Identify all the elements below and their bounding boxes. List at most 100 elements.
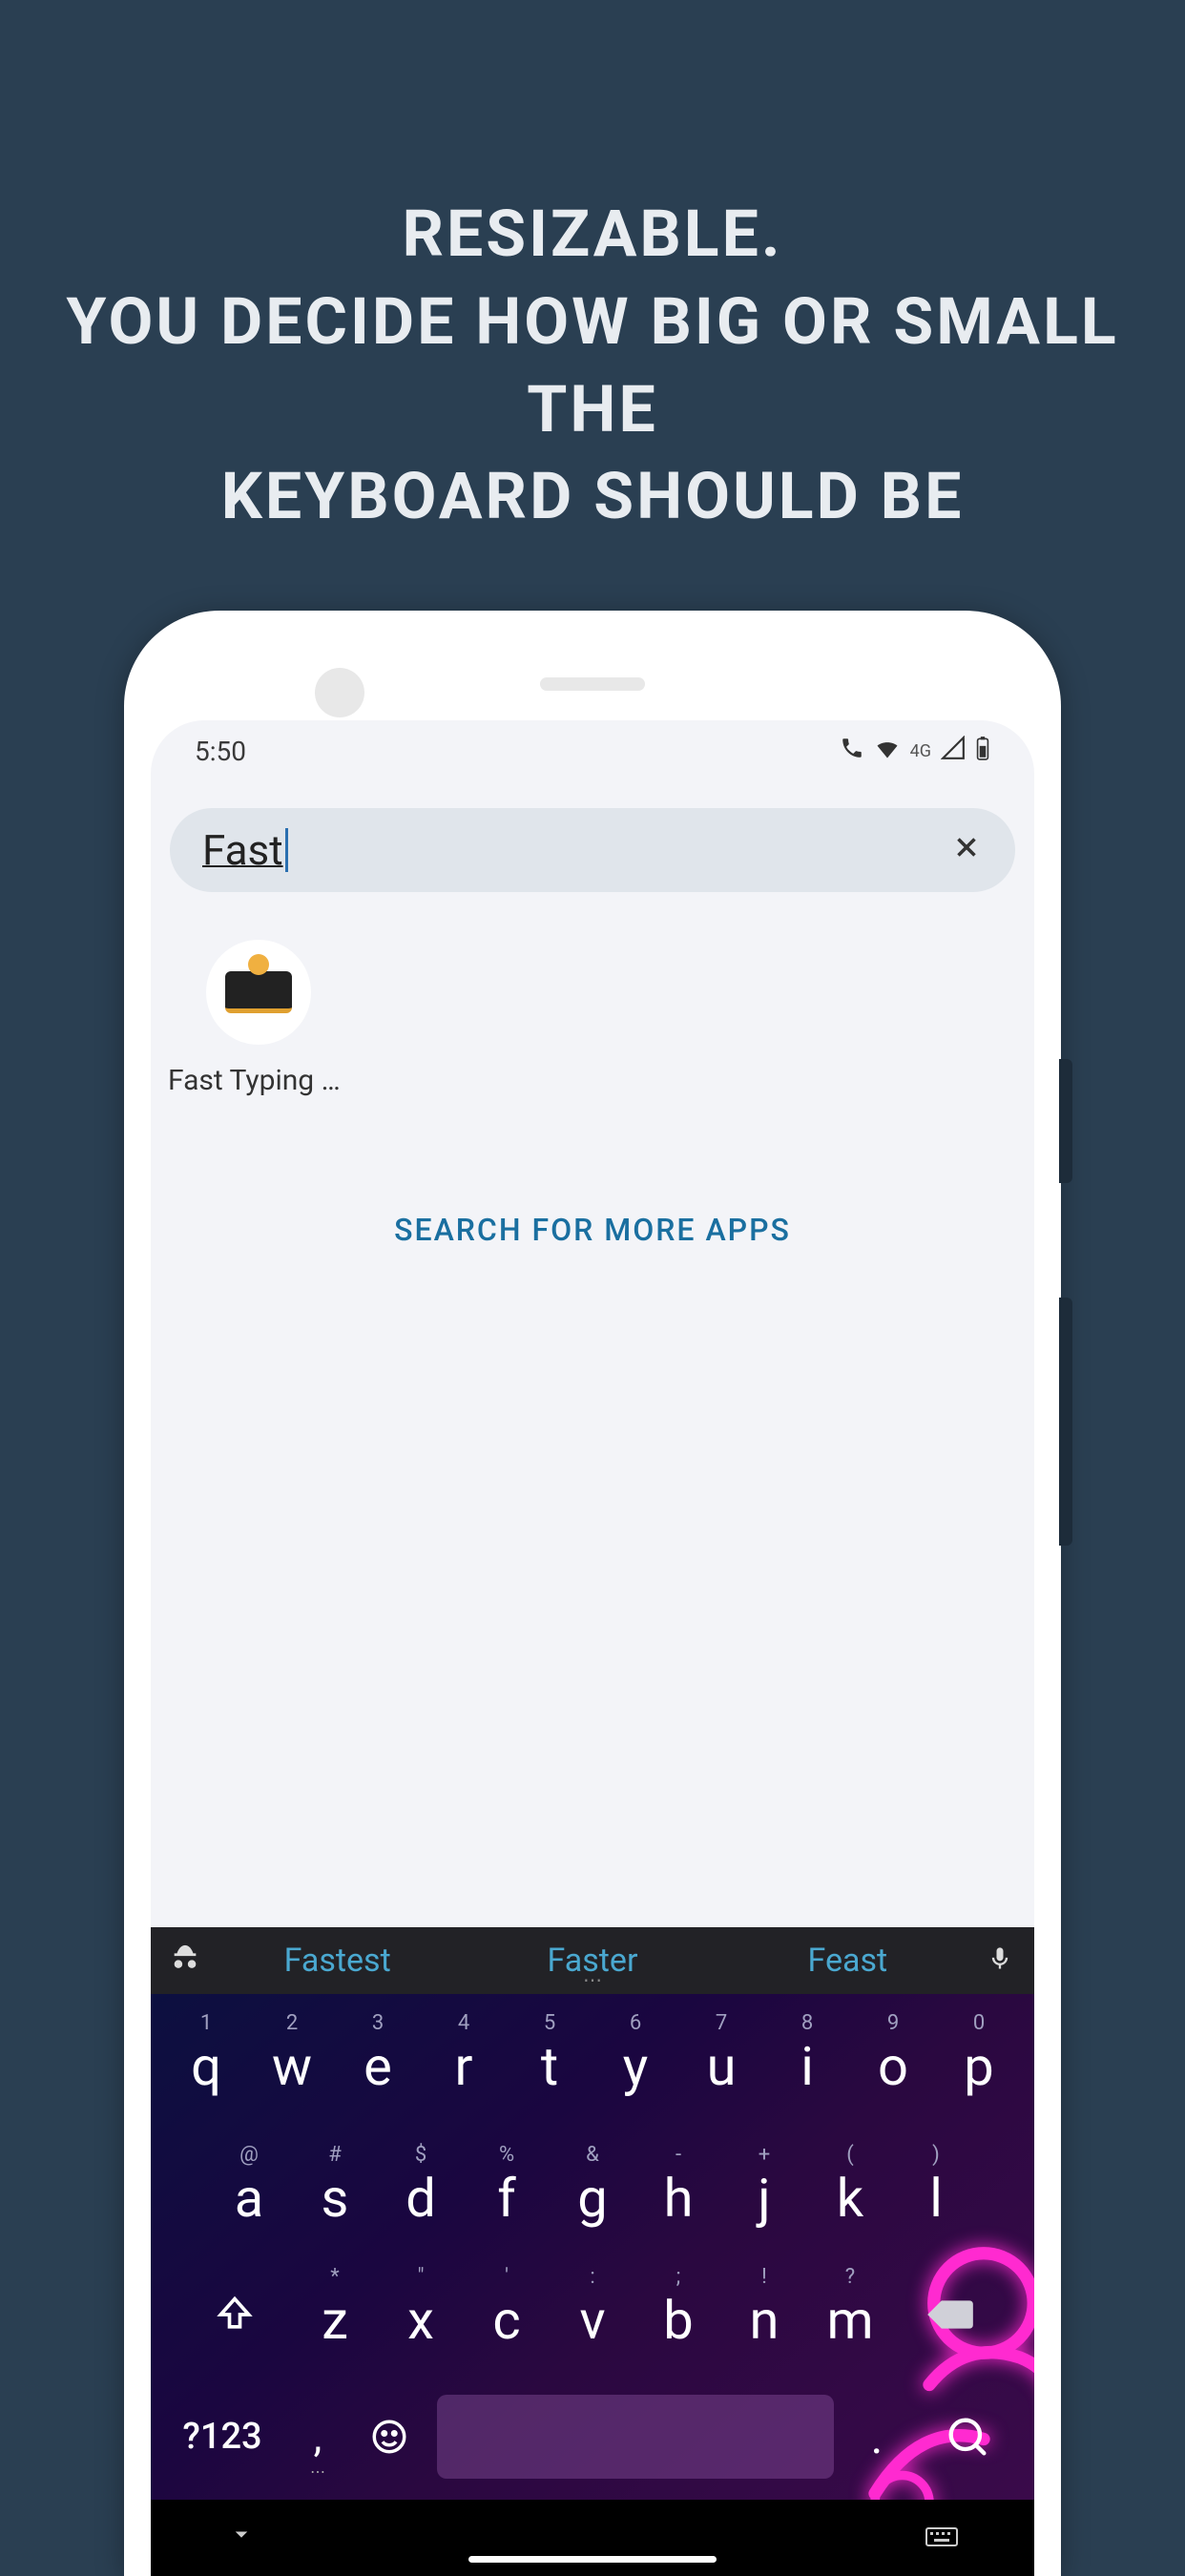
- key-a[interactable]: @a: [206, 2143, 292, 2248]
- space-key[interactable]: [437, 2387, 834, 2486]
- key-main: c: [492, 2294, 520, 2347]
- key-main: y: [623, 2040, 649, 2093]
- phone-camera: [315, 668, 364, 717]
- key-c[interactable]: 'c: [464, 2265, 550, 2370]
- key-i[interactable]: 8i: [764, 2011, 850, 2126]
- phone-side-button-2: [1059, 1298, 1072, 1546]
- key-grid: 1q2w3e4r5t6y7u8i9o0p @a#s$d%f&g-h+j(k)l …: [151, 1994, 1034, 2370]
- key-m[interactable]: ?m: [807, 2265, 893, 2370]
- key-main: r: [455, 2040, 473, 2093]
- key-main: b: [663, 2294, 693, 2347]
- search-text: Fast: [202, 825, 950, 875]
- key-row-1: 1q2w3e4r5t6y7u8i9o0p: [156, 2011, 1029, 2126]
- key-main: l: [929, 2171, 943, 2225]
- key-d[interactable]: $d: [378, 2143, 464, 2248]
- backspace-icon: [925, 2294, 975, 2342]
- key-q[interactable]: 1q: [163, 2011, 249, 2126]
- key-main: m: [826, 2294, 873, 2347]
- promo-line-2: YOU DECIDE HOW BIG OR SMALL THE: [19, 279, 1166, 454]
- promo-line-1: RESIZABLE.: [19, 191, 1166, 279]
- key-main: z: [322, 2294, 348, 2347]
- phone-mockup: 5:50 4G: [124, 611, 1061, 2576]
- key-p[interactable]: 0p: [936, 2011, 1022, 2126]
- key-l[interactable]: )l: [893, 2143, 979, 2248]
- system-nav-bar: [151, 2500, 1034, 2576]
- key-x[interactable]: "x: [378, 2265, 464, 2370]
- key-b[interactable]: ;b: [635, 2265, 721, 2370]
- key-main: i: [800, 2040, 814, 2093]
- keyboard-switcher-icon[interactable]: [925, 2522, 958, 2555]
- search-more-link[interactable]: SEARCH FOR MORE APPS: [168, 1212, 1017, 1248]
- shift-key[interactable]: [177, 2265, 292, 2370]
- key-v[interactable]: :v: [550, 2265, 635, 2370]
- incognito-icon[interactable]: [164, 1942, 206, 1979]
- key-o[interactable]: 9o: [850, 2011, 936, 2126]
- phone-side-button-1: [1059, 1059, 1072, 1183]
- app-result[interactable]: Fast Typing K…: [168, 940, 349, 1097]
- nav-back-icon[interactable]: [227, 2520, 256, 2556]
- key-main: x: [407, 2294, 434, 2347]
- promo-line-3: KEYBOARD SHOULD BE: [19, 453, 1166, 541]
- suggestion-bar: Fastest Faster Feast: [151, 1927, 1034, 1994]
- key-main: t: [541, 2040, 558, 2093]
- enter-key[interactable]: [910, 2387, 1025, 2486]
- key-w[interactable]: 2w: [249, 2011, 335, 2126]
- key-e[interactable]: 3e: [335, 2011, 421, 2126]
- suggestion-left[interactable]: Fastest: [214, 1942, 461, 1980]
- search-results: Fast Typing K… SEARCH FOR MORE APPS: [151, 892, 1034, 1248]
- key-n[interactable]: !n: [721, 2265, 807, 2370]
- key-main: q: [191, 2040, 221, 2093]
- phone-body: 5:50 4G: [124, 611, 1061, 2576]
- key-t[interactable]: 5t: [507, 2011, 592, 2126]
- key-main: k: [837, 2171, 863, 2225]
- search-input[interactable]: Fast: [170, 808, 1015, 892]
- key-f[interactable]: %f: [464, 2143, 550, 2248]
- backspace-key[interactable]: [893, 2265, 1008, 2370]
- search-area: Fast: [151, 781, 1034, 892]
- status-bar: 5:50 4G: [151, 720, 1034, 781]
- comma-key[interactable]: ,: [284, 2387, 351, 2486]
- key-h[interactable]: -h: [635, 2143, 721, 2248]
- text-cursor: [285, 828, 288, 872]
- key-main: o: [878, 2040, 908, 2093]
- key-s[interactable]: #s: [292, 2143, 378, 2248]
- key-z[interactable]: *z: [292, 2265, 378, 2370]
- network-label: 4G: [910, 741, 931, 761]
- suggestion-center[interactable]: Faster: [468, 1942, 716, 1980]
- nav-handle[interactable]: [468, 2556, 717, 2563]
- keyboard-icon: [225, 971, 292, 1013]
- key-u[interactable]: 7u: [678, 2011, 764, 2126]
- battery-icon: [975, 736, 990, 767]
- key-main: u: [707, 2040, 737, 2093]
- key-y[interactable]: 6y: [592, 2011, 678, 2126]
- phone-screen: 5:50 4G: [151, 720, 1034, 2576]
- phone-speaker: [540, 677, 645, 691]
- key-j[interactable]: +j: [721, 2143, 807, 2248]
- period-key[interactable]: .: [843, 2387, 910, 2486]
- symbols-key[interactable]: ?123: [160, 2387, 284, 2486]
- wifi-icon: [874, 735, 901, 768]
- search-value: Fast: [202, 825, 283, 875]
- key-main: s: [322, 2171, 349, 2225]
- status-icons: 4G: [840, 735, 990, 768]
- keyboard: Fastest Faster Feast 1q2w3e4r5t6y7u8i9o0…: [151, 1927, 1034, 2500]
- keyboard-bottom-row: ?123 , .: [151, 2387, 1034, 2500]
- promo-heading: RESIZABLE. YOU DECIDE HOW BIG OR SMALL T…: [0, 191, 1185, 541]
- key-main: n: [750, 2294, 780, 2347]
- key-g[interactable]: &g: [550, 2143, 635, 2248]
- close-icon[interactable]: [950, 828, 983, 873]
- signal-icon: [941, 736, 966, 767]
- key-k[interactable]: (k: [807, 2143, 893, 2248]
- suggestion-right[interactable]: Feast: [724, 1942, 971, 1980]
- mic-icon[interactable]: [979, 1945, 1021, 1976]
- key-r[interactable]: 4r: [421, 2011, 507, 2126]
- key-main: d: [405, 2171, 436, 2225]
- key-main: p: [964, 2040, 993, 2093]
- status-time: 5:50: [195, 736, 246, 767]
- emoji-key[interactable]: [351, 2387, 427, 2486]
- key-row-2: @a#s$d%f&g-h+j(k)l: [156, 2143, 1029, 2248]
- key-row-3: *z"x'c:v;b!n?m: [156, 2265, 1029, 2370]
- key-main: h: [664, 2171, 694, 2225]
- key-main: a: [235, 2171, 263, 2225]
- key-main: f: [497, 2171, 515, 2225]
